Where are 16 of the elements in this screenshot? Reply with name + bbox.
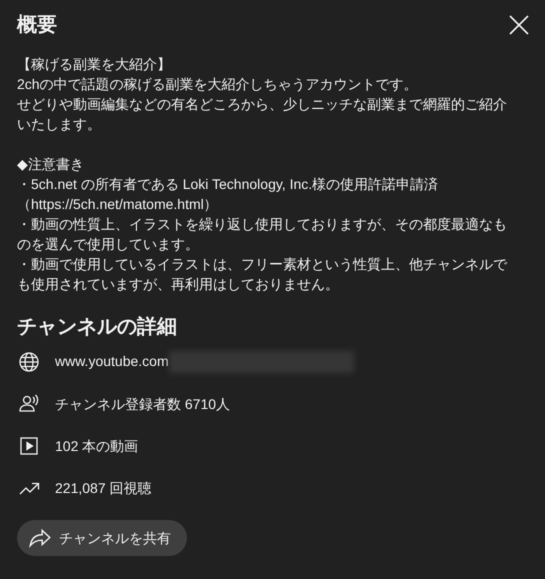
description-text: 2chの中で話題の稼げる副業を大紹介しちゃうアカウントです。 (17, 75, 419, 94)
globe-icon (17, 350, 41, 374)
detail-text: 221,087 回視聴 (55, 480, 152, 496)
detail-text: チャンネル登録者数 6710人 (55, 396, 230, 412)
description-text: ◆注意書き (17, 155, 85, 174)
channel-link[interactable]: www.youtube.com (55, 352, 169, 369)
panel-title: 概要 (17, 13, 57, 38)
description-text: ・5ch.net の所有者である Loki Technology, Inc.様の使用許諾申請済（https://5ch.net/matome.html） (17, 175, 440, 214)
description-text: ・動画で使用しているイラストは、フリー素材という性質上、他チャンネルでも使用されていますが、再利用はしておりません。 (17, 255, 508, 294)
section-heading: チャンネルの詳細 (17, 315, 178, 340)
share-button[interactable]: チャンネルを共有 (17, 520, 187, 556)
description-text: せどりや動画編集などの有名どころから、少しニッチな副業まで網羅的ご紹介いたします。 (17, 95, 508, 134)
close-icon (508, 14, 530, 36)
detail-text: 102 本の動画 (55, 438, 138, 454)
description-text: 【稼げる副業を大紹介】 (17, 55, 172, 74)
description-text: ・動画の性質上、イラストを繰り返し使用しておりますが、その都度最適なものを選んで使用しています。 (17, 215, 508, 254)
